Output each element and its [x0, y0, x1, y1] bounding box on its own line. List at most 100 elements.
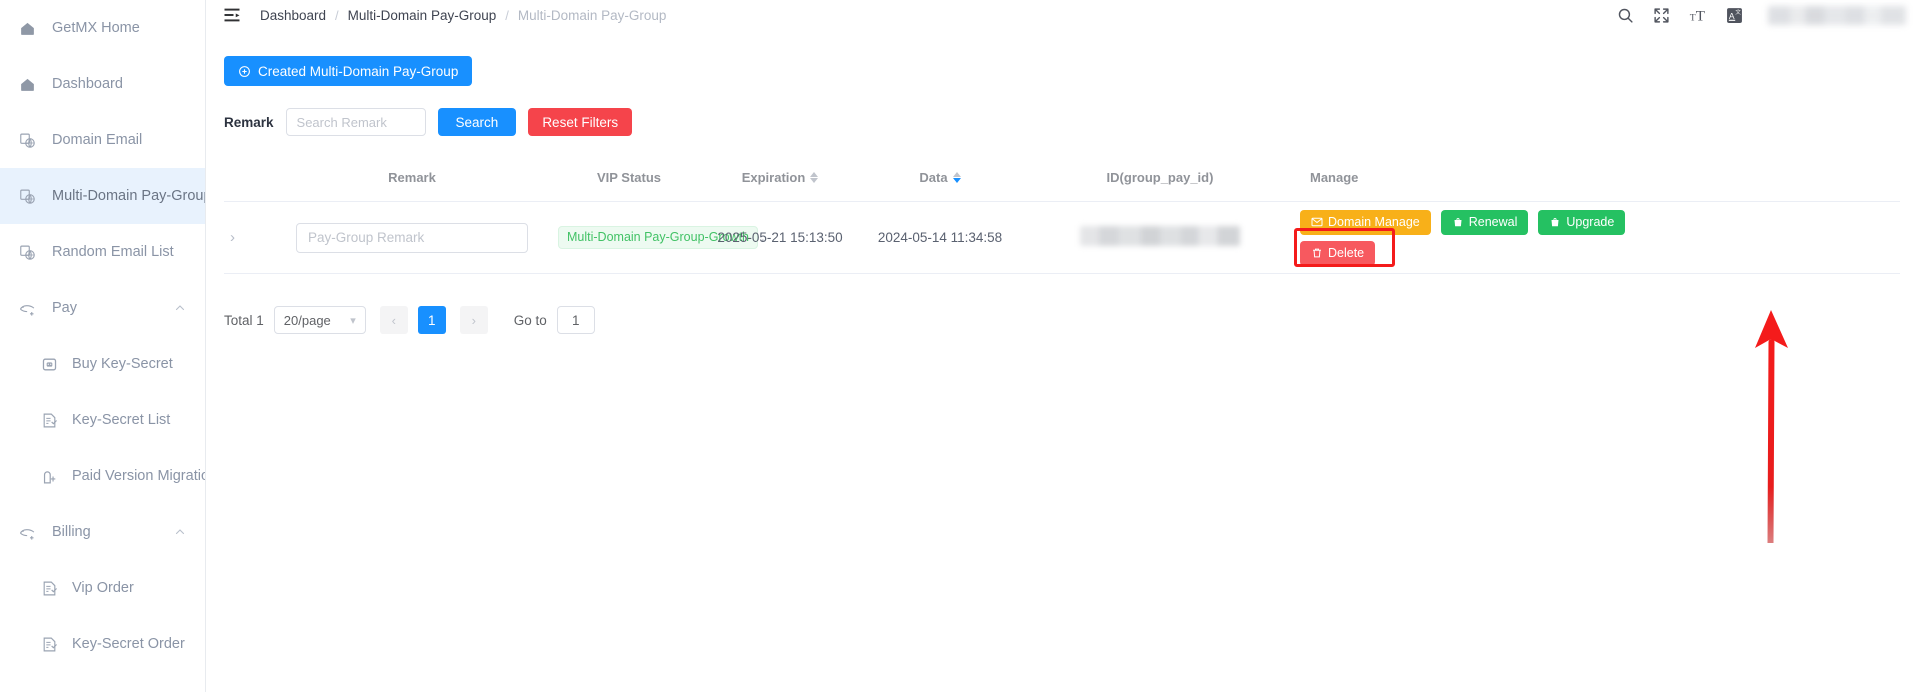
cell-expiration: 2025-05-21 15:13:50: [700, 201, 860, 274]
search-icon[interactable]: [1617, 7, 1634, 24]
sidebar: GetMX Home Dashboard Domain Email Multi-Dom…: [0, 0, 206, 692]
translate-icon[interactable]: A文: [1726, 7, 1743, 24]
breadcrumb-separator: /: [335, 7, 339, 23]
group-pay-id-redacted: [1080, 226, 1240, 246]
sidebar-item-domain-email[interactable]: Domain Email: [0, 112, 205, 168]
th-vip-status: VIP Status: [558, 160, 700, 202]
row-remark-input[interactable]: [296, 222, 528, 253]
create-pay-group-label: Created Multi-Domain Pay-Group: [258, 63, 459, 79]
home-icon: [18, 19, 36, 37]
breadcrumb-item-0[interactable]: Dashboard: [260, 8, 326, 23]
breadcrumb-item-2: Multi-Domain Pay-Group: [517, 7, 667, 23]
pay-icon: [18, 523, 36, 541]
sidebar-item-label: Billing: [52, 524, 91, 540]
domain-mail-icon: [18, 131, 36, 149]
sidebar-item-buy-key-secret[interactable]: Buy Key-Secret: [0, 336, 205, 392]
pagination: Total 1 20/page ▾ ‹ 1 › Go to: [224, 306, 1918, 334]
pay-group-table: Remark VIP Status Expiration Data ID(gro…: [224, 160, 1900, 274]
th-data[interactable]: Data: [860, 160, 1020, 202]
list-doc-icon: [40, 635, 58, 653]
sidebar-item-label: Multi-Domain Pay-Group: [52, 188, 205, 204]
home-icon: [18, 75, 36, 93]
svg-text:T: T: [1690, 12, 1696, 23]
sidebar-item-multi-domain-pay-group[interactable]: Multi-Domain Pay-Group: [0, 168, 205, 224]
upgrade-label: Upgrade: [1566, 215, 1615, 229]
pagination-goto-input[interactable]: [556, 306, 595, 334]
th-manage-label: Manage: [1310, 170, 1359, 185]
bag-icon: [1454, 218, 1462, 227]
create-pay-group-button[interactable]: Created Multi-Domain Pay-Group: [224, 56, 473, 86]
plus-circle-icon: [239, 65, 250, 77]
pagination-total: Total 1: [224, 312, 264, 328]
filter-bar: Remark Search Reset Filters: [224, 108, 1918, 136]
remark-filter-label: Remark: [224, 114, 274, 130]
data-sort-icon[interactable]: [952, 172, 961, 183]
renewal-button[interactable]: Renewal: [1440, 209, 1529, 235]
delete-button[interactable]: Delete: [1300, 240, 1376, 266]
cell-expand: ›: [224, 201, 266, 274]
domain-mail-icon: [18, 187, 36, 205]
th-group-pay-id-label: ID(group_pay_id): [1106, 170, 1214, 185]
pagination-prev-button[interactable]: ‹: [379, 306, 408, 334]
sidebar-item-label: Pay: [52, 300, 77, 316]
th-expiration[interactable]: Expiration: [700, 160, 860, 202]
page-size-select[interactable]: 20/page ▾: [273, 306, 366, 334]
table-header: Remark VIP Status Expiration Data ID(gro…: [224, 160, 1900, 202]
expiration-sort-icon[interactable]: [810, 172, 819, 183]
sidebar-item-label: Paid Version Migration: [72, 468, 205, 484]
sidebar-item-referral-program[interactable]: Referral Program: [0, 672, 205, 692]
pay-icon: [18, 299, 36, 317]
menu-fold-icon[interactable]: [222, 5, 242, 25]
domain-manage-label: Domain Manage: [1328, 215, 1420, 229]
cell-vip-status: Multi-Domain Pay-Group-Growth.: [558, 201, 765, 274]
sidebar-item-paid-version-migration[interactable]: Paid Version Migration: [0, 448, 205, 504]
upgrade-button[interactable]: Upgrade: [1538, 209, 1626, 235]
sidebar-item-key-secret-order[interactable]: Key-Secret Order: [0, 616, 205, 672]
sidebar-item-dashboard[interactable]: Dashboard: [0, 56, 205, 112]
pay-group-table-wrap: Remark VIP Status Expiration Data ID(gro…: [224, 160, 1900, 274]
th-expand: [224, 160, 266, 202]
reset-filters-button[interactable]: Reset Filters: [528, 108, 633, 136]
sidebar-item-label: Key-Secret List: [72, 412, 171, 428]
breadcrumb-item-1[interactable]: Multi-Domain Pay-Group: [348, 8, 497, 23]
sidebar-item-label: GetMX Home: [52, 20, 140, 36]
th-remark: Remark: [266, 160, 558, 202]
table-header-row: Remark VIP Status Expiration Data ID(gro…: [224, 160, 1900, 202]
renewal-label: Renewal: [1468, 215, 1518, 229]
sidebar-item-getmx-home[interactable]: GetMX Home: [0, 0, 205, 56]
th-data-label: Data: [919, 170, 948, 185]
list-doc-icon: [40, 579, 58, 597]
sidebar-item-billing[interactable]: Billing: [0, 504, 205, 560]
chevron-right-icon[interactable]: ›: [224, 229, 235, 246]
svg-text:T: T: [1696, 8, 1705, 24]
domain-manage-button[interactable]: Domain Manage: [1300, 209, 1431, 235]
search-button[interactable]: Search: [437, 108, 517, 136]
cell-data: 2024-05-14 11:34:58: [860, 201, 1020, 274]
fullscreen-icon[interactable]: [1653, 7, 1670, 24]
page-content: Created Multi-Domain Pay-Group Remark Se…: [206, 30, 1918, 334]
th-vip-status-label: VIP Status: [596, 170, 662, 185]
user-account-redacted[interactable]: [1768, 5, 1906, 25]
th-group-pay-id: ID(group_pay_id): [1020, 160, 1300, 202]
chevron-up-icon[interactable]: [173, 525, 187, 539]
breadcrumb: Dashboard / Multi-Domain Pay-Group / Multi-D…: [260, 8, 666, 23]
chevron-up-icon[interactable]: [173, 301, 187, 315]
th-expiration-label: Expiration: [741, 170, 806, 185]
page-size-value: 20/page: [283, 312, 331, 328]
app-root: GetMX Home Dashboard Domain Email Multi-Dom…: [0, 0, 1918, 692]
remark-search-input[interactable]: [285, 108, 426, 136]
sidebar-item-label: Buy Key-Secret: [72, 356, 173, 372]
font-size-icon[interactable]: TT: [1689, 6, 1707, 24]
pagination-page-1[interactable]: 1: [417, 306, 446, 334]
sidebar-item-key-secret-list[interactable]: Key-Secret List: [0, 392, 205, 448]
pagination-next-button[interactable]: ›: [459, 306, 488, 334]
svg-text:A: A: [1729, 11, 1735, 21]
sidebar-item-vip-order[interactable]: Vip Order: [0, 560, 205, 616]
topbar: Dashboard / Multi-Domain Pay-Group / Multi-D…: [206, 0, 1918, 30]
breadcrumb-separator: /: [505, 7, 509, 23]
domain-mail-icon: [18, 243, 36, 261]
th-manage: Manage: [1300, 160, 1900, 202]
pagination-goto-label: Go to: [513, 312, 547, 328]
sidebar-item-random-email-list[interactable]: Random Email List: [0, 224, 205, 280]
sidebar-item-pay[interactable]: Pay: [0, 280, 205, 336]
